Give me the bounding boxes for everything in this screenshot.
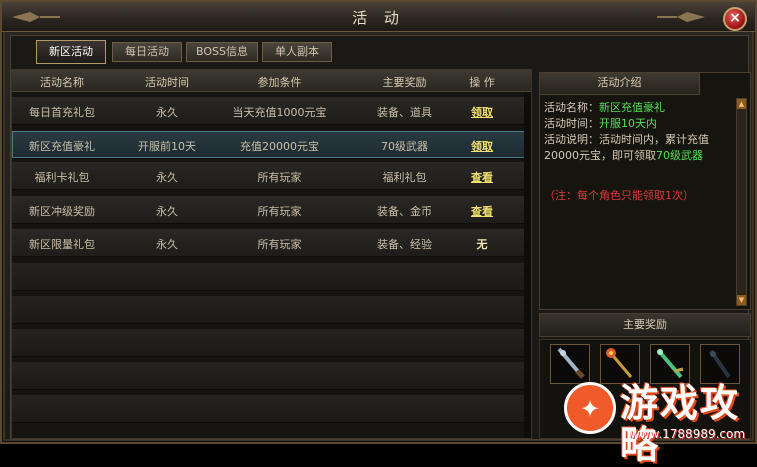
header-action: 操 作 — [469, 76, 495, 89]
cell-name: 每日首充礼包 — [29, 106, 95, 119]
cell-name: 新区冲级奖励 — [29, 205, 95, 218]
cell-time: 永久 — [156, 238, 178, 251]
blade-icon — [657, 349, 684, 379]
close-icon: × — [729, 10, 741, 26]
table-row[interactable]: 每日首充礼包 永久 当天充值1000元宝 装备、道具 领取 — [12, 97, 531, 125]
empty-row — [12, 263, 531, 291]
cell-time: 开服前10天 — [138, 140, 196, 153]
claim-link[interactable]: 领取 — [452, 138, 512, 154]
activity-window: 活 动 × 新区活动 每日活动 BOSS信息 单人副本 活动名称 活动时间 参加… — [0, 0, 757, 466]
cell-name: 新区限量礼包 — [29, 238, 95, 251]
table-row[interactable]: 福利卡礼包 永久 所有玩家 福利礼包 查看 — [12, 162, 531, 190]
no-action-text: 无 — [476, 238, 488, 251]
staff-icon — [606, 348, 633, 378]
tab-new-server[interactable]: 新区活动 — [36, 40, 106, 64]
reward-slot[interactable] — [650, 344, 690, 384]
intro-name-value: 新区充值豪礼 — [599, 101, 665, 114]
scroll-up-icon[interactable]: ▲ — [737, 99, 746, 109]
claim-link[interactable]: 领取 — [452, 104, 512, 120]
table-row[interactable]: 新区限量礼包 永久 所有玩家 装备、经验 无 — [12, 229, 531, 257]
reward-header: 主要奖励 — [539, 313, 751, 337]
tab-daily[interactable]: 每日活动 — [112, 42, 182, 62]
intro-description: 活动名称：新区充值豪礼 活动时间：开服10天内 活动说明：活动时间内，累计充值2… — [544, 100, 734, 164]
intro-tab[interactable]: 活动介绍 — [540, 73, 700, 95]
cell-condition: 所有玩家 — [257, 238, 302, 251]
header-name: 活动名称 — [40, 76, 84, 89]
intro-name-key: 活动名称： — [544, 101, 599, 114]
tab-boss-info[interactable]: BOSS信息 — [186, 42, 258, 62]
list-scroll-strip — [524, 92, 531, 438]
watermark-logo-icon — [564, 382, 616, 434]
close-button[interactable]: × — [723, 7, 747, 31]
cell-condition: 所有玩家 — [257, 171, 302, 184]
cell-condition: 充值20000元宝 — [240, 140, 319, 153]
activity-intro-panel: 活动介绍 活动名称：新区充值豪礼 活动时间：开服10天内 活动说明：活动时间内，… — [539, 72, 751, 310]
cell-time: 永久 — [156, 106, 178, 119]
cell-name: 新区充值豪礼 — [29, 140, 95, 153]
intro-time-value: 开服10天内 — [599, 117, 657, 130]
cell-time: 永久 — [156, 205, 178, 218]
cell-time: 永久 — [156, 171, 178, 184]
reward-slot[interactable] — [550, 344, 590, 384]
ornament-right-icon — [657, 12, 705, 22]
dark-weapon-icon — [709, 349, 731, 379]
title-bar: 活 动 × — [2, 2, 755, 32]
intro-time-key: 活动时间： — [544, 117, 599, 130]
sword-icon — [557, 347, 585, 379]
watermark-text: 游戏攻略 — [620, 381, 741, 467]
view-link[interactable]: 查看 — [452, 169, 512, 185]
scroll-down-icon[interactable]: ▼ — [737, 295, 746, 305]
table-header: 活动名称 活动时间 参加条件 主要奖励 操 作 — [12, 70, 531, 92]
empty-row — [12, 329, 531, 357]
empty-row — [12, 296, 531, 324]
empty-row — [12, 395, 531, 423]
cell-name: 福利卡礼包 — [34, 171, 90, 184]
watermark-url: www.1788989.com — [630, 427, 746, 441]
window-title: 活 动 — [352, 9, 405, 27]
site-watermark: 游戏攻略 www.1788989.com — [558, 380, 757, 466]
header-reward: 主要奖励 — [382, 76, 427, 89]
reward-slot[interactable] — [700, 344, 740, 384]
cell-reward: 装备、金币 — [377, 205, 432, 218]
cell-reward: 装备、道具 — [377, 106, 432, 119]
intro-desc-value: 70级武器 — [656, 149, 703, 162]
cell-reward: 70级武器 — [381, 140, 428, 153]
view-link[interactable]: 查看 — [452, 203, 512, 219]
cell-reward: 装备、经验 — [377, 238, 432, 251]
cell-reward: 福利礼包 — [382, 171, 427, 184]
reward-slot[interactable] — [600, 344, 640, 384]
empty-row — [12, 362, 531, 390]
cell-condition: 所有玩家 — [257, 205, 302, 218]
cell-condition: 当天充值1000元宝 — [232, 106, 327, 119]
tab-solo-dungeon[interactable]: 单人副本 — [262, 42, 332, 62]
intro-note: （注：每个角色只能领取1次） — [544, 189, 694, 202]
header-condition: 参加条件 — [257, 76, 302, 89]
header-time: 活动时间 — [145, 76, 189, 89]
table-row[interactable]: 新区冲级奖励 永久 所有玩家 装备、金币 查看 — [12, 196, 531, 224]
intro-scrollbar[interactable]: ▲ ▼ — [736, 98, 747, 306]
table-row-selected[interactable]: 新区充值豪礼 开服前10天 充值20000元宝 70级武器 领取 — [12, 131, 531, 159]
activity-list: 活动名称 活动时间 参加条件 主要奖励 操 作 每日首充礼包 永久 当天充值10… — [11, 69, 532, 439]
